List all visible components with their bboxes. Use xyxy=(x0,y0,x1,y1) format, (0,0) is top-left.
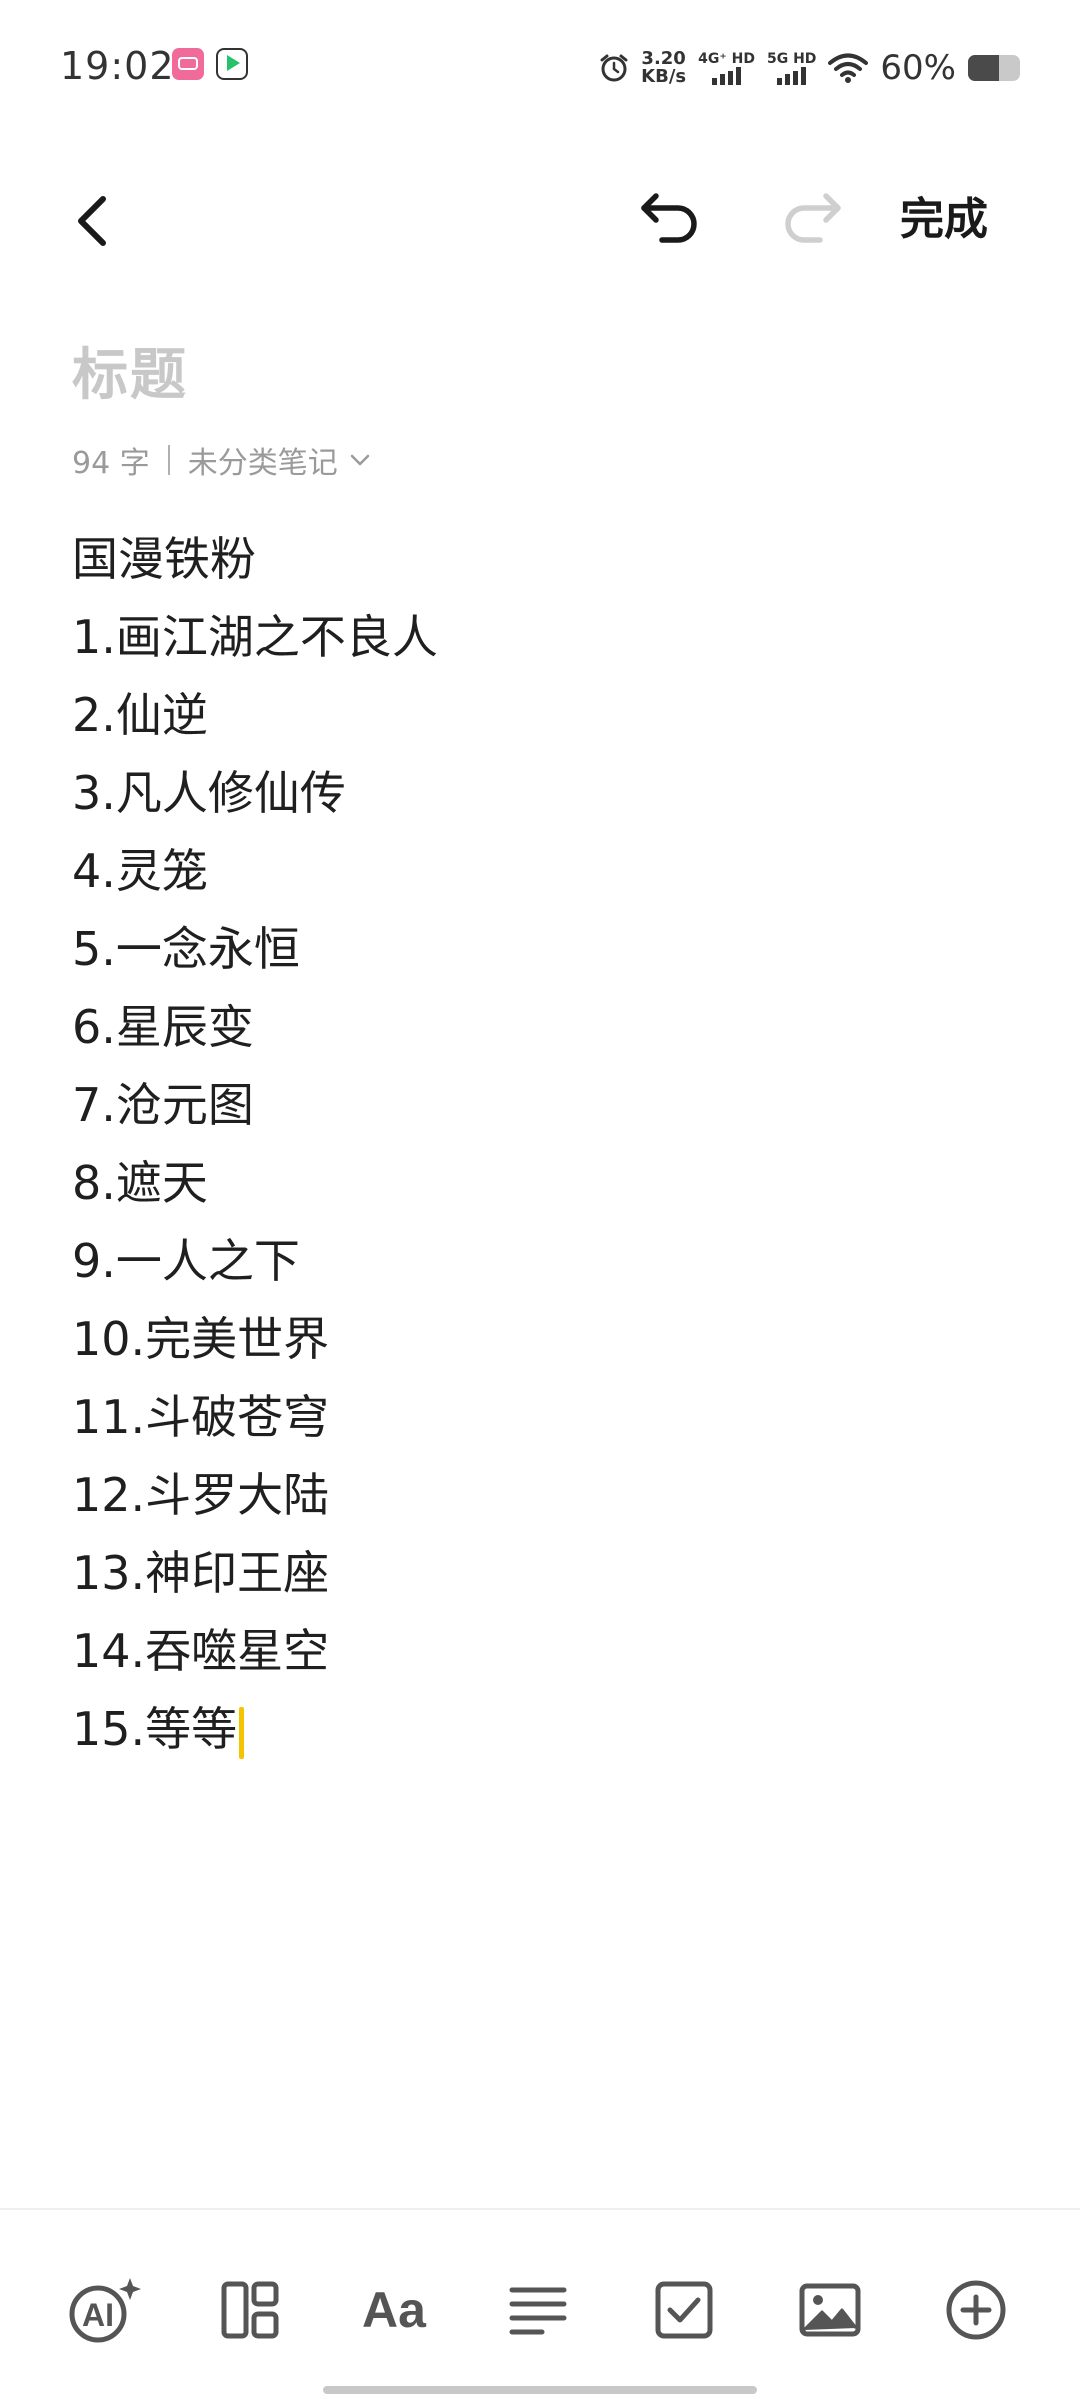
battery-percent: 60% xyxy=(880,48,956,88)
back-button[interactable] xyxy=(58,186,128,256)
video-app-icon xyxy=(216,48,248,80)
note-line[interactable]: 14.吞噬星空 xyxy=(72,1612,1012,1690)
net-speed: 3.20 KB/s xyxy=(641,50,686,86)
note-line[interactable]: 4.灵笼 xyxy=(72,832,1012,910)
redo-icon xyxy=(785,193,841,243)
text-style-icon: Aa xyxy=(362,2282,426,2338)
text-style-button[interactable]: Aa xyxy=(350,2266,438,2354)
sim1-label: 4G⁺ HD xyxy=(698,51,755,67)
done-button[interactable]: 完成 xyxy=(900,188,988,252)
undo-button[interactable] xyxy=(630,180,710,260)
note-line[interactable]: 12.斗罗大陆 xyxy=(72,1456,1012,1534)
ai-assist-button[interactable]: AI xyxy=(62,2266,150,2354)
category-selector[interactable]: 未分类笔记 xyxy=(188,438,338,482)
note-line[interactable]: 8.遮天 xyxy=(72,1144,1012,1222)
text-cursor xyxy=(239,1706,245,1759)
battery-fill xyxy=(968,55,1000,81)
format-toolbar: AI Aa xyxy=(0,2208,1080,2400)
ai-label: AI xyxy=(82,2297,114,2333)
status-time: 19:02 xyxy=(60,44,175,88)
note-line[interactable]: 11.斗破苍穹 xyxy=(72,1378,1012,1456)
chevron-down-icon[interactable] xyxy=(348,448,372,472)
template-button[interactable] xyxy=(206,2266,294,2354)
note-line[interactable]: 3.凡人修仙传 xyxy=(72,754,1012,832)
redo-button[interactable] xyxy=(772,180,852,260)
bilibili-app-icon xyxy=(172,48,204,80)
chevron-left-icon xyxy=(78,196,106,246)
template-icon xyxy=(221,2281,279,2339)
meta-divider xyxy=(167,445,170,475)
image-icon xyxy=(799,2283,861,2337)
note-line[interactable]: 9.一人之下 xyxy=(72,1222,1012,1300)
signal-icon-sim2: 5G HD xyxy=(767,51,816,85)
note-line[interactable]: 15.等等 xyxy=(72,1690,1012,1768)
checklist-button[interactable] xyxy=(640,2266,728,2354)
add-button[interactable] xyxy=(932,2266,1020,2354)
home-indicator[interactable] xyxy=(323,2386,757,2394)
status-indicators: 3.20 KB/s 4G⁺ HD 5G HD 60% xyxy=(599,44,1020,92)
notes-editor-screen: 19:02 3.20 KB/s 4G⁺ HD 5G HD 60% 完成 标题 9… xyxy=(0,0,1080,2400)
note-meta: 94 字 未分类笔记 xyxy=(72,438,372,482)
note-line[interactable]: 1.画江湖之不良人 xyxy=(72,598,1012,676)
battery-icon xyxy=(968,55,1020,81)
note-heading-line[interactable]: 国漫铁粉 xyxy=(72,520,1012,598)
note-body-editor[interactable]: 国漫铁粉 1.画江湖之不良人 2.仙逆 3.凡人修仙传 4.灵笼 5.一念永恒 6.星辰变 7… xyxy=(72,520,1012,1768)
word-count: 94 字 xyxy=(72,446,150,481)
image-button[interactable] xyxy=(786,2266,874,2354)
editor-toolbar: 完成 xyxy=(0,170,1080,270)
status-bar: 19:02 3.20 KB/s 4G⁺ HD 5G HD 60% xyxy=(0,0,1080,130)
note-line[interactable]: 7.沧元图 xyxy=(72,1066,1012,1144)
undo-icon xyxy=(641,193,697,243)
align-button[interactable] xyxy=(494,2266,582,2354)
note-line[interactable]: 2.仙逆 xyxy=(72,676,1012,754)
note-line[interactable]: 13.神印王座 xyxy=(72,1534,1012,1612)
note-line[interactable]: 6.星辰变 xyxy=(72,988,1012,1066)
ai-assist-icon: AI xyxy=(69,2278,141,2343)
sim2-label: 5G HD xyxy=(766,51,817,67)
note-line[interactable]: 10.完美世界 xyxy=(72,1300,1012,1378)
wifi-icon xyxy=(828,53,869,83)
align-icon xyxy=(509,2287,567,2335)
net-speed-unit: KB/s xyxy=(641,66,687,87)
signal-icon: 4G⁺ HD xyxy=(698,51,755,85)
note-line[interactable]: 5.一念永恒 xyxy=(72,910,1012,988)
add-icon xyxy=(946,2280,1006,2340)
alarm-icon xyxy=(600,54,628,82)
note-title-input[interactable]: 标题 xyxy=(72,330,188,411)
checklist-icon xyxy=(655,2281,713,2339)
